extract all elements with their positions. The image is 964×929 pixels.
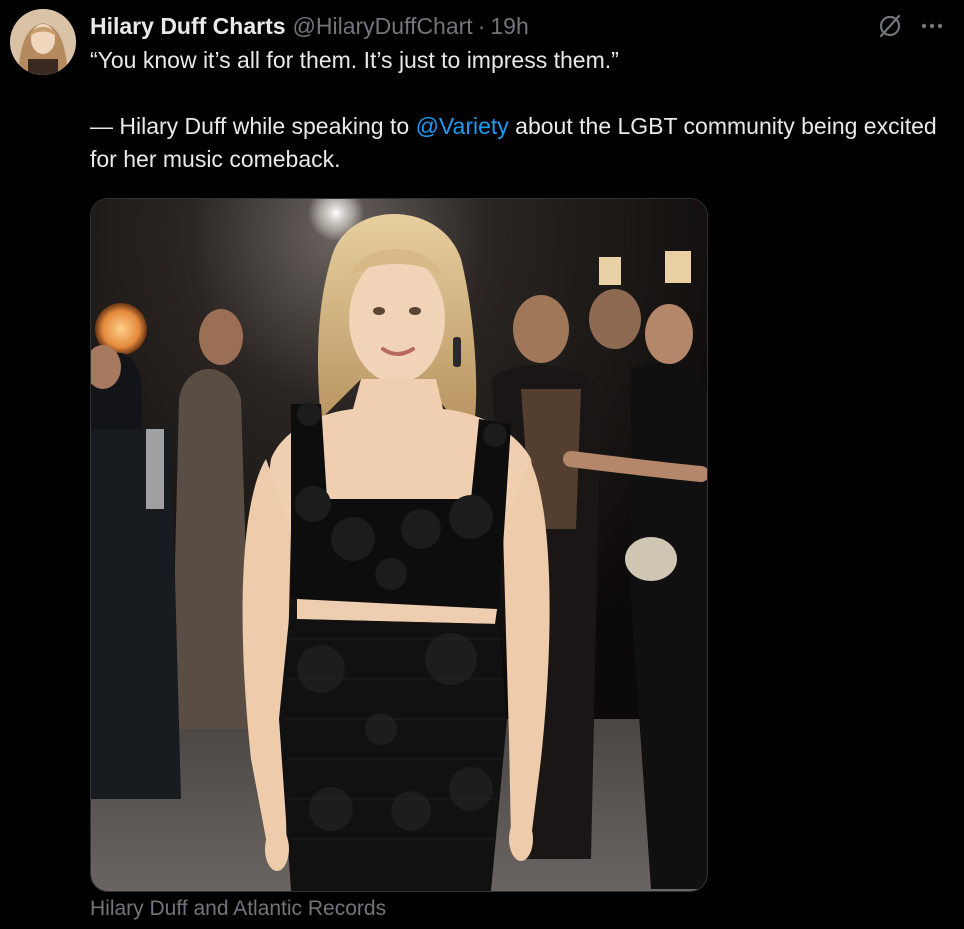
timestamp[interactable]: 19h <box>490 13 528 40</box>
profile-avatar[interactable] <box>10 9 76 75</box>
tweet-attribution: — Hilary Duff while speaking to @Variety… <box>90 110 950 176</box>
display-name[interactable]: Hilary Duff Charts <box>90 13 286 40</box>
separator-dot: · <box>477 12 486 39</box>
avatar-image <box>10 9 76 75</box>
grok-icon[interactable] <box>876 12 904 40</box>
attribution-prefix: — Hilary Duff while speaking to <box>90 113 416 139</box>
more-options-icon[interactable] <box>918 12 946 40</box>
tweet-text: “You know it’s all for them. It’s just t… <box>90 44 950 176</box>
tweet-top-actions <box>876 12 946 40</box>
tweet-header: Hilary Duff Charts @HilaryDuffChart · 19… <box>90 10 529 42</box>
user-handle[interactable]: @HilaryDuffChart <box>293 13 473 40</box>
event-photo <box>91 199 707 891</box>
tweet-quote: “You know it’s all for them. It’s just t… <box>90 47 619 73</box>
media-caption: Hilary Duff and Atlantic Records <box>90 897 387 920</box>
tweet[interactable]: Hilary Duff Charts @HilaryDuffChart · 19… <box>0 0 964 929</box>
mention-link[interactable]: @Variety <box>416 113 509 139</box>
tweet-media-photo[interactable] <box>90 198 708 892</box>
